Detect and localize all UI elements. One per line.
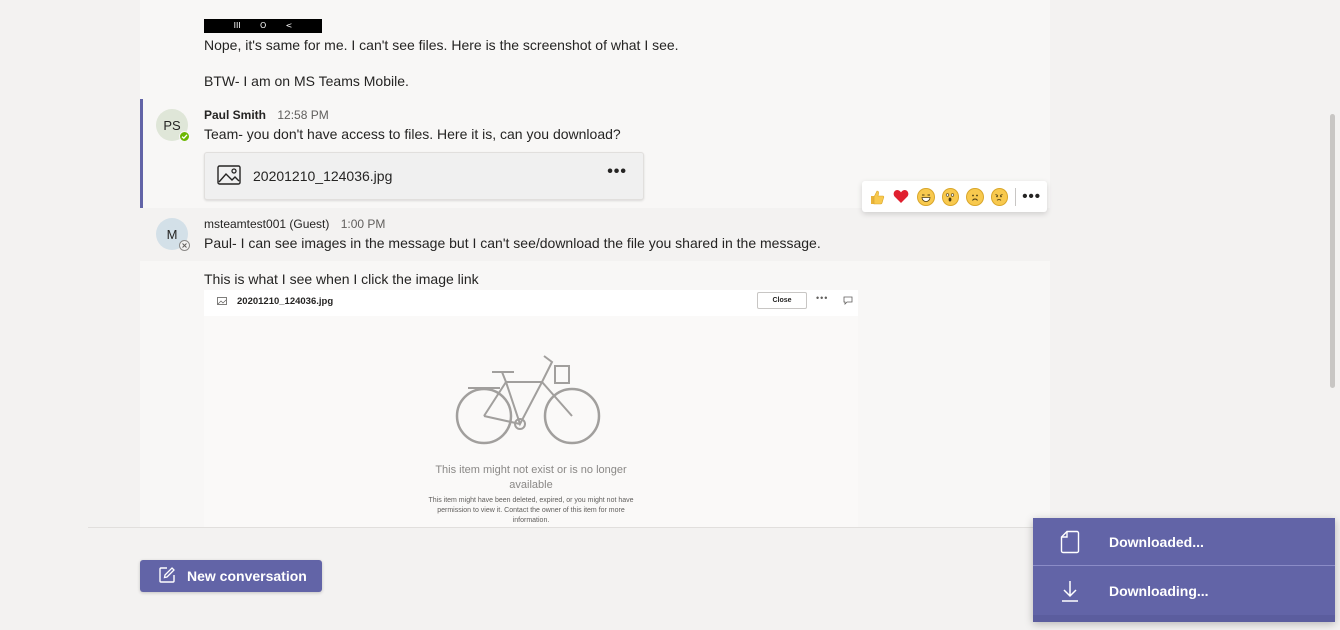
new-conversation-button[interactable]: New conversation: [140, 560, 322, 592]
message-meta: msteamtest001 (Guest) 1:00 PM: [204, 217, 385, 231]
download-status-label: Downloading...: [1109, 583, 1209, 599]
download-status-label: Downloaded...: [1109, 534, 1204, 550]
reaction-bar: •••: [862, 181, 1047, 212]
panel-bottom-edge: [1033, 615, 1335, 622]
phone-nav-recents: III: [233, 21, 241, 30]
message-meta: Paul Smith 12:58 PM: [204, 108, 329, 122]
image-file-icon: [217, 297, 227, 307]
bicycle-illustration-icon: [454, 352, 604, 453]
compose-divider: [88, 527, 1050, 528]
more-actions-icon[interactable]: •••: [1022, 188, 1041, 205]
message-text: BTW- I am on MS Teams Mobile.: [204, 73, 409, 89]
download-notification-panel: Downloaded... Downloading...: [1033, 518, 1335, 622]
laugh-icon[interactable]: [917, 187, 935, 206]
download-item-downloading[interactable]: Downloading...: [1033, 567, 1335, 615]
file-name[interactable]: 20201210_124036.jpg: [253, 168, 392, 184]
document-icon: [1060, 530, 1080, 557]
more-options-icon: •••: [816, 293, 829, 303]
presence-unknown-icon: [179, 240, 190, 251]
message-text: Nope, it's same for me. I can't see file…: [204, 37, 679, 53]
timestamp: 12:58 PM: [277, 108, 329, 122]
avatar-initials: M: [166, 226, 178, 242]
sad-icon[interactable]: [966, 187, 984, 206]
like-icon[interactable]: [868, 188, 886, 206]
author-name[interactable]: Paul Smith: [204, 108, 266, 122]
message-text: This is what I see when I click the imag…: [204, 271, 479, 287]
screenshot-phone-nav-bar: III O <: [204, 19, 322, 33]
phone-nav-back: <: [285, 21, 293, 30]
file-preview-screenshot[interactable]: 20201210_124036.jpg Close ••• This item …: [204, 290, 858, 527]
preview-file-name: 20201210_124036.jpg: [237, 296, 334, 307]
file-attachment-card[interactable]: 20201210_124036.jpg •••: [204, 152, 644, 200]
phone-nav-home: O: [260, 21, 267, 30]
preview-close-button: Close: [757, 292, 807, 309]
message-text: Paul- I can see images in the message bu…: [204, 235, 821, 251]
preview-error-detail: This item might have been deleted, expir…: [428, 497, 634, 524]
avatar-initials: PS: [163, 117, 181, 133]
download-item-downloaded[interactable]: Downloaded...: [1033, 518, 1335, 566]
heart-icon[interactable]: [893, 188, 911, 206]
download-icon: [1060, 579, 1080, 606]
avatar[interactable]: M: [156, 218, 190, 251]
image-file-icon: [217, 165, 241, 190]
surprised-icon[interactable]: [941, 187, 960, 206]
message-thread: III O < Nope, it's same for me. I can't …: [140, 0, 1050, 527]
author-name[interactable]: msteamtest001 (Guest): [204, 217, 329, 231]
chat-icon: [843, 296, 853, 307]
compose-edit-icon: [158, 566, 187, 587]
preview-error-title: This item might not exist or is no longe…: [435, 464, 627, 491]
more-options-icon[interactable]: •••: [607, 163, 627, 181]
reaction-divider: [1015, 187, 1017, 206]
new-conversation-label: New conversation: [187, 568, 307, 584]
timestamp: 1:00 PM: [340, 217, 386, 231]
avatar[interactable]: PS: [156, 109, 190, 142]
presence-available-icon: [179, 131, 190, 142]
angry-icon[interactable]: [990, 187, 1009, 206]
message-text: Team- you don't have access to files. He…: [204, 126, 621, 142]
message-post-guest[interactable]: M msteamtest001 (Guest) 1:00 PM Paul- I …: [140, 208, 1050, 261]
scrollbar-thumb[interactable]: [1330, 114, 1335, 388]
preview-header: 20201210_124036.jpg Close •••: [204, 290, 858, 316]
